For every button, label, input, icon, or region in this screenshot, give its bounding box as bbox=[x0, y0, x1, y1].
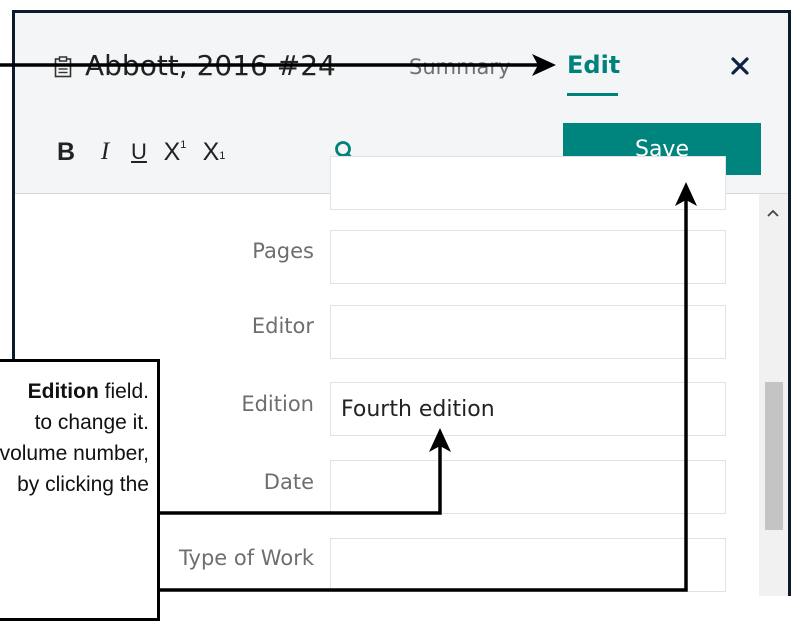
callout-field-name: Edition bbox=[27, 380, 99, 403]
callout-line-5: by clicking the bbox=[17, 473, 149, 496]
type-of-work-input[interactable] bbox=[330, 538, 726, 592]
subscript-mark: 1 bbox=[219, 150, 226, 162]
edition-label: Edition bbox=[241, 392, 314, 416]
active-tab-indicator bbox=[567, 93, 618, 96]
close-icon bbox=[731, 57, 749, 75]
tutorial-callout: Edition field. to change it. volume numb… bbox=[0, 359, 160, 621]
editor-label: Editor bbox=[251, 314, 314, 338]
callout-line-2: to change it. bbox=[34, 411, 149, 434]
callout-line-1-rest: field. bbox=[98, 380, 149, 403]
subscript-button[interactable]: X1 bbox=[199, 134, 229, 170]
reference-title: Abbott, 2016 #24 bbox=[85, 49, 336, 82]
scrollbar-thumb[interactable] bbox=[765, 382, 783, 530]
subscript-base: X bbox=[202, 137, 220, 166]
pages-input[interactable] bbox=[330, 230, 726, 284]
italic-button[interactable]: I bbox=[95, 134, 115, 170]
edition-input[interactable]: Fourth edition bbox=[330, 382, 726, 436]
bold-button[interactable]: B bbox=[55, 134, 77, 170]
date-input[interactable] bbox=[330, 460, 726, 514]
callout-text: Edition field. to change it. volume numb… bbox=[0, 376, 149, 500]
underline-button[interactable]: U bbox=[129, 134, 149, 170]
chevron-up-icon[interactable] bbox=[766, 208, 780, 218]
superscript-base: X bbox=[163, 137, 181, 166]
editor-input[interactable] bbox=[330, 305, 726, 359]
superscript-button[interactable]: X1 bbox=[160, 134, 190, 170]
superscript-mark: 1 bbox=[180, 139, 187, 151]
date-label: Date bbox=[263, 470, 314, 494]
clipboard-icon bbox=[54, 56, 72, 78]
pages-label: Pages bbox=[252, 239, 314, 263]
type-of-work-label: Type of Work bbox=[178, 546, 314, 570]
callout-line-3: volume number, bbox=[0, 442, 149, 465]
close-button[interactable] bbox=[720, 49, 760, 83]
tab-summary[interactable]: Summary bbox=[409, 55, 510, 79]
tab-edit[interactable]: Edit bbox=[567, 51, 620, 79]
callout-line-1: Edition field. bbox=[0, 376, 149, 407]
field-input-above[interactable] bbox=[330, 156, 726, 210]
scrollbar[interactable] bbox=[759, 194, 788, 596]
